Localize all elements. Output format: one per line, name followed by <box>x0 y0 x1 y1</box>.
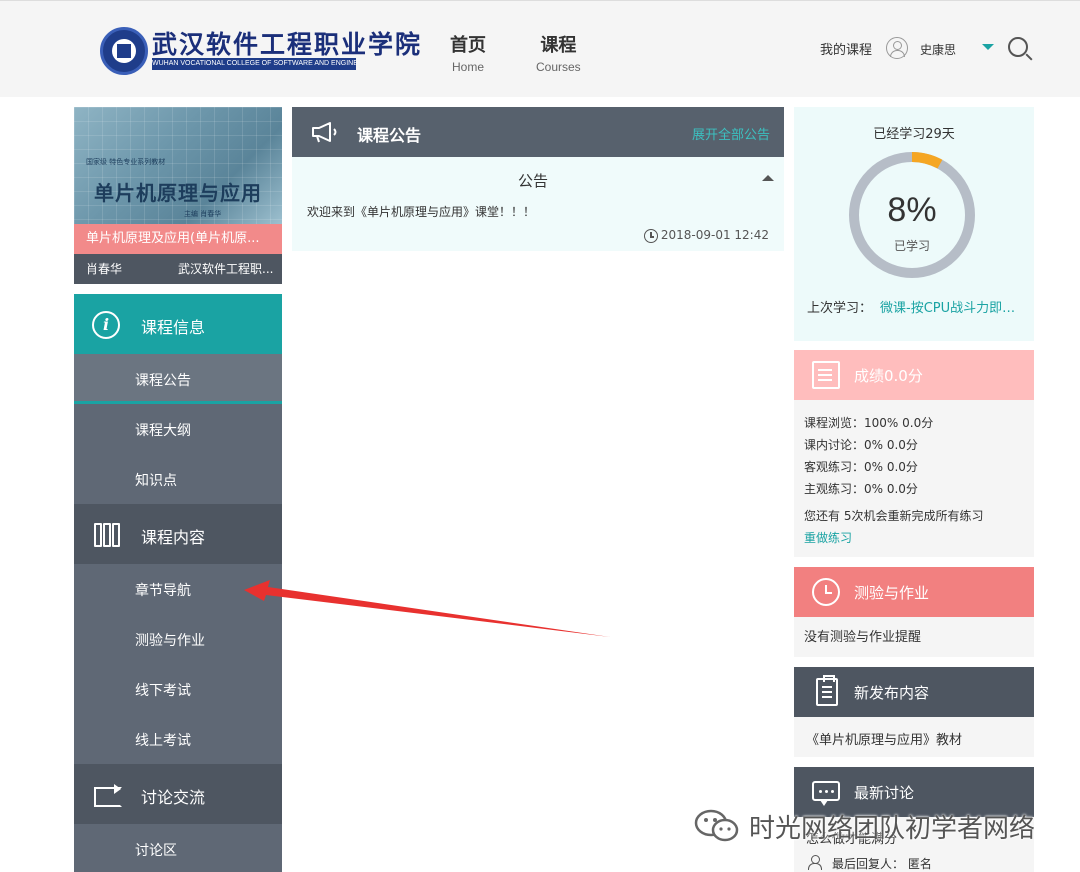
user-avatar-icon[interactable] <box>886 37 908 59</box>
my-courses-link[interactable]: 我的课程 <box>820 39 872 58</box>
course-school: 武汉软件工程职... <box>178 262 274 276</box>
course-card[interactable]: 国家级 特色专业系列教材 单片机原理与应用 主编 肖春华 单片机原理及应用(单片… <box>74 107 282 284</box>
cover-title: 单片机原理与应用 <box>94 181 262 205</box>
nav-link-discussion-area[interactable]: 讨论区 <box>74 824 282 872</box>
section-discussion-label: 讨论交流 <box>141 788 206 807</box>
nav-link-knowledge-points[interactable]: 知识点 <box>74 454 282 504</box>
announcement-subtitle: 公告 <box>517 172 548 190</box>
announcement-item: 公告 欢迎来到《单片机原理与应用》课堂！！！ 2018-09-01 12:42 <box>292 157 784 251</box>
nav-home-sublabel: Home <box>451 60 484 74</box>
section-course-info[interactable]: 课程信息 <box>74 294 282 354</box>
watermark-text: 时光网络团队初学者网络 <box>749 814 1036 844</box>
nav-link-label: 知识点 <box>135 473 177 489</box>
section-course-content-label: 课程内容 <box>141 528 206 547</box>
quiz-title: 测验与作业 <box>854 584 930 602</box>
annotation-arrow <box>244 580 610 637</box>
college-emblem-icon <box>100 27 148 75</box>
section-course-info-label: 课程信息 <box>141 318 206 337</box>
announcement-time: 2018-09-01 12:42 <box>660 228 769 242</box>
person-icon <box>808 855 822 870</box>
quiz-panel-header: 测验与作业 <box>794 567 1034 617</box>
grade-panel-body: 课程浏览：100% 0.0分 课内讨论：0% 0.0分 客观练习：0% 0.0分… <box>794 400 1034 557</box>
alarm-clock-icon <box>812 578 840 606</box>
top-header: 武汉软件工程职业学院 WUHAN VOCATIONAL COLLEGE OF S… <box>0 0 1080 97</box>
grade-panel-header: 成绩0.0分 <box>794 350 1034 400</box>
course-cover-image: 国家级 特色专业系列教材 单片机原理与应用 主编 肖春华 <box>74 107 282 224</box>
nav-link-label: 测验与作业 <box>135 633 205 649</box>
new-content-title: 新发布内容 <box>854 684 930 702</box>
nav-link-label: 课程大纲 <box>135 423 191 439</box>
nav-link-offline-exam[interactable]: 线下考试 <box>74 664 282 714</box>
section-discussion[interactable]: 讨论交流 <box>74 764 282 824</box>
grade-line: 课内讨论：0% 0.0分 <box>804 438 918 452</box>
new-content-item[interactable]: 《单片机原理与应用》教材 <box>806 729 962 748</box>
cover-series-text: 国家级 特色专业系列教材 <box>86 158 166 166</box>
nav-link-label: 课程公告 <box>135 373 191 389</box>
nav-link-label: 章节导航 <box>135 583 191 599</box>
new-content-panel-body: 《单片机原理与应用》教材 <box>794 717 1034 757</box>
announcement-text: 欢迎来到《单片机原理与应用》课堂！！！ <box>307 205 536 219</box>
books-icon <box>92 521 120 549</box>
chat-bubble-icon <box>812 781 840 806</box>
latest-discussion-title: 最新讨论 <box>854 784 915 802</box>
progress-percent: 8% <box>887 191 937 229</box>
clock-icon <box>644 229 658 243</box>
nav-courses-sublabel: Courses <box>536 60 581 74</box>
chevron-down-icon[interactable] <box>982 44 994 50</box>
new-content-panel-header: 新发布内容 <box>794 667 1034 717</box>
collapse-up-icon[interactable] <box>762 175 774 181</box>
megaphone-icon <box>310 121 340 143</box>
wechat-icon <box>694 809 739 842</box>
grade-title: 成绩0.0分 <box>854 367 923 385</box>
last-study-link[interactable]: 微课-按CPU战斗力即时排序 <box>880 297 1028 316</box>
progress-ring: 8% 已学习 <box>848 151 976 279</box>
nav-home-label: 首页 <box>450 35 486 56</box>
redo-exercises-link[interactable]: 重做练习 <box>804 529 852 546</box>
section-course-content[interactable]: 课程内容 <box>74 504 282 564</box>
grade-line: 课程浏览：100% 0.0分 <box>804 416 934 430</box>
info-icon <box>92 311 120 339</box>
announcement-title: 课程公告 <box>357 126 422 145</box>
last-study-label: 上次学习： <box>807 301 873 316</box>
nav-home[interactable]: 首页 Home <box>450 31 486 74</box>
clipboard-icon <box>816 675 838 706</box>
course-teacher: 肖春华 <box>86 262 123 276</box>
quiz-panel-body: 没有测验与作业提醒 <box>794 617 1034 657</box>
nav-link-online-exam[interactable]: 线上考试 <box>74 714 282 764</box>
search-icon[interactable] <box>1008 37 1028 57</box>
course-name: 单片机原理及应用(单片机原... <box>74 224 282 254</box>
study-progress-panel: 已经学习29天 8% 已学习 上次学习： 微课-按CPU战斗力即时排序 <box>794 107 1034 341</box>
quiz-empty-text: 没有测验与作业提醒 <box>804 630 922 645</box>
swap-arrows-icon <box>92 781 122 809</box>
logo-english-name: WUHAN VOCATIONAL COLLEGE OF SOFTWARE AND… <box>152 58 356 70</box>
username[interactable]: 史康思 <box>920 41 956 58</box>
retry-chances-text: 您还有 5次机会重新完成所有练习 <box>804 509 984 523</box>
nav-link-syllabus[interactable]: 课程大纲 <box>74 404 282 454</box>
nav-courses[interactable]: 课程 Courses <box>536 31 581 74</box>
cover-authors: 主编 肖春华 <box>184 210 222 218</box>
college-logo[interactable]: 武汉软件工程职业学院 WUHAN VOCATIONAL COLLEGE OF S… <box>100 25 420 75</box>
nav-link-label: 线上考试 <box>135 733 191 749</box>
nav-link-label: 线下考试 <box>135 683 191 699</box>
grade-sheet-icon <box>812 361 840 389</box>
grade-line: 主观练习：0% 0.0分 <box>804 482 918 496</box>
nav-link-announcements[interactable]: 课程公告 <box>74 354 282 404</box>
course-meta: 肖春华 武汉软件工程职... <box>74 254 282 284</box>
nav-courses-label: 课程 <box>540 35 577 56</box>
nav-link-label: 讨论区 <box>135 843 177 859</box>
progress-label: 已学习 <box>893 239 930 253</box>
announcement-header: 课程公告 展开全部公告 <box>292 107 784 157</box>
grade-line: 客观练习：0% 0.0分 <box>804 460 918 474</box>
discussion-last-reply: 最后回复人： 匿名 <box>832 857 932 871</box>
expand-all-announcements-link[interactable]: 展开全部公告 <box>692 124 770 143</box>
studied-days: 已经学习29天 <box>873 127 955 142</box>
logo-chinese-name: 武汉软件工程职业学院 <box>152 30 423 59</box>
